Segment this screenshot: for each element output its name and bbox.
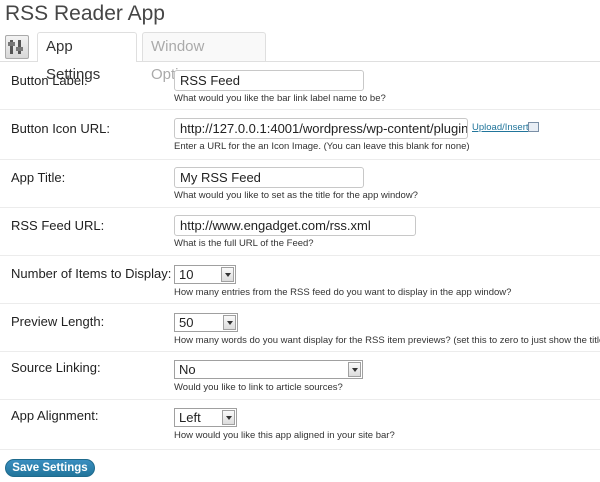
button-label-label: Button Label:: [11, 73, 88, 88]
tab-window-options[interactable]: Window Options: [142, 32, 266, 83]
app-alignment-select[interactable]: Left: [174, 408, 237, 427]
settings-icon: [5, 35, 29, 59]
chevron-down-icon[interactable]: [222, 410, 235, 425]
button-icon-url-description: Enter a URL for the an Icon Image. (You …: [174, 141, 470, 152]
preview-length-label: Preview Length:: [11, 314, 105, 329]
app-title-row: App Title: My RSS Feed What would you li…: [0, 160, 600, 208]
app-alignment-row: App Alignment: Left How would you like t…: [0, 400, 600, 450]
app-title-label: App Title:: [11, 170, 66, 185]
items-to-display-row: Number of Items to Display: 10 How many …: [0, 256, 600, 304]
preview-length-value: 50: [179, 315, 194, 330]
save-settings-button[interactable]: Save Settings: [5, 459, 95, 477]
source-linking-select[interactable]: No: [174, 360, 363, 379]
tabs-bar: App Settings Window Options: [0, 32, 600, 83]
app-title-input[interactable]: My RSS Feed: [174, 167, 364, 188]
source-linking-label: Source Linking:: [11, 360, 101, 375]
button-label-description: What would you like the bar link label n…: [174, 93, 386, 104]
chevron-down-icon[interactable]: [348, 362, 361, 377]
tab-app-settings[interactable]: App Settings: [37, 32, 137, 83]
app-alignment-value: Left: [179, 410, 201, 425]
items-to-display-label: Number of Items to Display:: [11, 266, 172, 281]
items-to-display-description: How many entries from the RSS feed do yo…: [174, 287, 512, 298]
button-label-input[interactable]: RSS Feed: [174, 70, 364, 91]
upload-insert-link[interactable]: Upload/Insert: [472, 122, 529, 133]
app-title-description: What would you like to set as the title …: [174, 190, 418, 201]
preview-length-row: Preview Length: 50 How many words do you…: [0, 304, 600, 352]
button-icon-url-label: Button Icon URL:: [11, 121, 110, 136]
chevron-down-icon[interactable]: [221, 267, 234, 282]
button-icon-url-row: Button Icon URL: http://127.0.0.1:4001/w…: [0, 110, 600, 160]
rss-feed-url-row: RSS Feed URL: http://www.engadget.com/rs…: [0, 208, 600, 256]
button-label-row: Button Label: RSS Feed What would you li…: [0, 62, 600, 110]
items-to-display-select[interactable]: 10: [174, 265, 236, 284]
source-linking-description: Would you like to link to article source…: [174, 382, 343, 393]
items-to-display-value: 10: [179, 267, 194, 282]
rss-feed-url-label: RSS Feed URL:: [11, 218, 105, 233]
app-alignment-label: App Alignment:: [11, 408, 99, 423]
chevron-down-icon[interactable]: [223, 315, 236, 330]
page-title: RSS Reader App: [5, 2, 165, 25]
source-linking-row: Source Linking: No Would you like to lin…: [0, 352, 600, 400]
preview-length-select[interactable]: 50: [174, 313, 238, 332]
preview-length-description: How many words do you want display for t…: [174, 335, 600, 346]
source-linking-value: No: [179, 362, 196, 377]
media-upload-icon[interactable]: [528, 122, 539, 132]
button-icon-url-input[interactable]: http://127.0.0.1:4001/wordpress/wp-conte…: [174, 118, 468, 139]
rss-feed-url-input[interactable]: http://www.engadget.com/rss.xml: [174, 215, 416, 236]
app-alignment-description: How would you like this app aligned in y…: [174, 430, 395, 441]
rss-feed-url-description: What is the full URL of the Feed?: [174, 238, 314, 249]
